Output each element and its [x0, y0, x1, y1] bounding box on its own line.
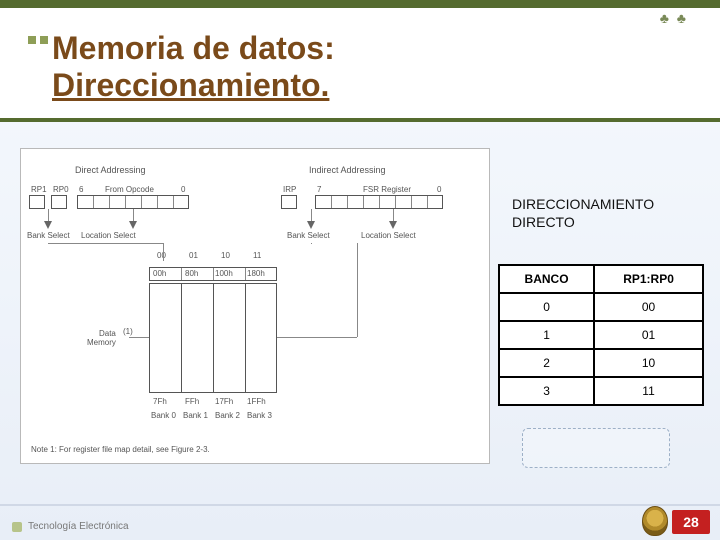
footer-text: Tecnología Electrónica	[28, 521, 129, 532]
indirect-addressing-label: Indirect Addressing	[309, 165, 386, 175]
addr-top-cell: 180h	[247, 269, 265, 278]
rp1-box	[29, 195, 45, 209]
addr-top-cell: 00h	[153, 269, 166, 278]
addr-bottom-cell: 7Fh	[153, 397, 167, 406]
direct-addressing-label: Direct Addressing	[75, 165, 146, 175]
bullet-icon	[28, 36, 36, 44]
table-header: RP1:RP0	[594, 265, 703, 293]
opcode-register	[77, 195, 189, 209]
bank-bit: 00	[157, 251, 166, 260]
footer: Tecnología Electrónica 28	[0, 504, 720, 540]
table-cell: 01	[594, 321, 703, 349]
location-select-left: Location Select	[81, 231, 136, 240]
table-row: 1 01	[499, 321, 703, 349]
bank-name: Bank 0	[151, 411, 176, 420]
table-cell: 0	[499, 293, 594, 321]
opcode-lsb: 0	[181, 185, 185, 194]
right-panel-title: DIRECCIONAMIENTO DIRECTO	[512, 196, 702, 231]
table-header-row: BANCO RP1:RP0	[499, 265, 703, 293]
table-cell: 11	[594, 377, 703, 405]
right-title-line2: DIRECTO	[512, 214, 702, 232]
table-row: 2 10	[499, 349, 703, 377]
bank-name: Bank 1	[183, 411, 208, 420]
data-memory-label: Data Memory	[87, 329, 116, 347]
header: ♣ ♣ Memoria de datos: Direccionamiento.	[0, 0, 720, 122]
from-opcode-label: From Opcode	[105, 185, 154, 194]
bank-select-right: Bank Select	[287, 231, 330, 240]
bullet-icon	[40, 36, 48, 44]
table-cell: 2	[499, 349, 594, 377]
opcode-msb: 6	[79, 185, 83, 194]
irp-box	[281, 195, 297, 209]
table-row: 3 11	[499, 377, 703, 405]
title-line1: Memoria de datos:	[52, 30, 335, 67]
diagram-note: Note 1: For register file map detail, se…	[31, 445, 210, 454]
bank-bit: 01	[189, 251, 198, 260]
addressing-diagram: Direct Addressing Indirect Addressing RP…	[20, 148, 490, 464]
bank-name: Bank 2	[215, 411, 240, 420]
note-sup: (1)	[123, 327, 133, 336]
bank-name: Bank 3	[247, 411, 272, 420]
bank-select-left: Bank Select	[27, 231, 70, 240]
table-header: BANCO	[499, 265, 594, 293]
rp1-label: RP1	[31, 185, 47, 194]
footer-bullet-icon	[12, 522, 22, 532]
table-cell: 3	[499, 377, 594, 405]
right-title-line1: DIRECCIONAMIENTO	[512, 196, 702, 214]
data-memory-block	[149, 283, 277, 393]
irp-label: IRP	[283, 185, 296, 194]
table-cell: 00	[594, 293, 703, 321]
top-logo-icon: ♣ ♣	[660, 10, 688, 26]
fsr-label: FSR Register	[363, 185, 411, 194]
bank-table: BANCO RP1:RP0 0 00 1 01 2 10 3 11	[498, 264, 704, 406]
fsr-register	[315, 195, 443, 209]
bank-bit: 11	[253, 251, 261, 260]
table-cell: 10	[594, 349, 703, 377]
addr-top-cell: 80h	[185, 269, 198, 278]
table-row: 0 00	[499, 293, 703, 321]
bank-bit: 10	[221, 251, 230, 260]
slide: ♣ ♣ Memoria de datos: Direccionamiento. …	[0, 0, 720, 540]
rp0-label: RP0	[53, 185, 69, 194]
addr-top-cell: 100h	[215, 269, 233, 278]
fsr-msb: 7	[317, 185, 321, 194]
fsr-lsb: 0	[437, 185, 441, 194]
addr-bottom-cell: 1FFh	[247, 397, 266, 406]
page-number: 28	[672, 510, 710, 534]
title-line2: Direccionamiento.	[52, 67, 335, 104]
location-select-right: Location Select	[361, 231, 416, 240]
page-title: Memoria de datos: Direccionamiento.	[52, 30, 335, 104]
addr-bottom-cell: FFh	[185, 397, 199, 406]
table-cell: 1	[499, 321, 594, 349]
decorative-dashed-box	[522, 428, 670, 468]
rp0-box	[51, 195, 67, 209]
seal-icon	[642, 506, 668, 536]
addr-bottom-cell: 17Fh	[215, 397, 233, 406]
